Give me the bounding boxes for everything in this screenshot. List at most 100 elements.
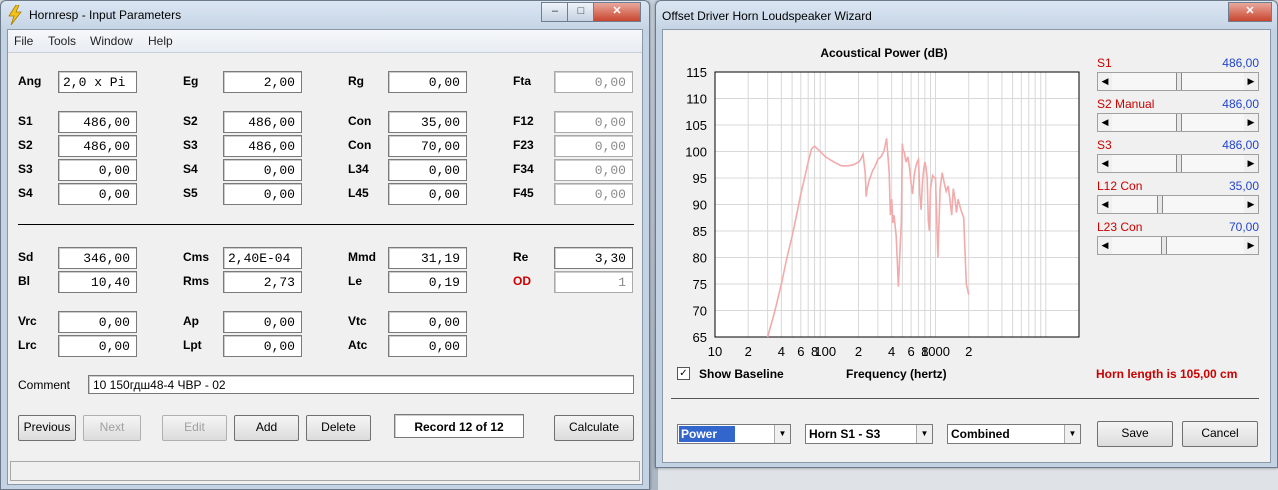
next-button[interactable]: Next: [83, 415, 141, 441]
show-baseline-checkbox[interactable]: ✓: [677, 367, 690, 380]
wizard-title-bar[interactable]: Offset Driver Horn Loudspeaker Wizard ✕: [656, 1, 1277, 29]
show-baseline-label[interactable]: Show Baseline: [699, 367, 784, 381]
param-field-l45[interactable]: 0,00: [388, 183, 467, 205]
param-field-bl[interactable]: 10,40: [58, 271, 137, 293]
slider-thumb[interactable]: [1176, 114, 1182, 131]
parameter-slider[interactable]: ◀ ▶: [1097, 72, 1259, 91]
param-label-con1: Con: [348, 114, 372, 128]
param-field-ap[interactable]: 0,00: [223, 311, 302, 333]
edit-button[interactable]: Edit: [162, 415, 227, 441]
menu-window[interactable]: Window: [90, 34, 133, 48]
comment-field[interactable]: 10 150гдш48-4 ЧВР - 02: [88, 375, 634, 394]
param-field-lrc[interactable]: 0,00: [58, 335, 137, 357]
param-field-ang[interactable]: 2,0 x Pi: [58, 71, 137, 93]
arrow-right-icon[interactable]: ▶: [1244, 155, 1258, 172]
param-field-rms[interactable]: 2,73: [223, 271, 302, 293]
maximize-button[interactable]: □: [567, 2, 595, 22]
input-client-area: File Tools Window Help Ang 2,0 x Pi Eg 2,00…: [7, 29, 643, 485]
arrow-left-icon[interactable]: ◀: [1098, 237, 1112, 254]
param-field-s5[interactable]: 0,00: [223, 183, 302, 205]
horn-wizard-window: Offset Driver Horn Loudspeaker Wizard ✕ …: [655, 0, 1278, 468]
combined-combo[interactable]: Combined ▼: [947, 424, 1081, 444]
slider-thumb[interactable]: [1160, 237, 1167, 254]
comment-label: Comment: [18, 378, 71, 392]
y-tick-label: 100: [685, 145, 707, 160]
param-label-vrc: Vrc: [18, 314, 37, 328]
wizard-close-button[interactable]: ✕: [1228, 2, 1272, 22]
param-label-lpt: Lpt: [183, 338, 202, 352]
param-field-rg[interactable]: 0,00: [388, 71, 467, 93]
close-button[interactable]: ✕: [593, 2, 641, 22]
parameter-slider[interactable]: ◀ ▶: [1097, 154, 1259, 173]
menu-file[interactable]: File: [14, 34, 33, 48]
param-field-atc[interactable]: 0,00: [388, 335, 467, 357]
mode-combo[interactable]: Power ▼: [677, 424, 791, 444]
arrow-left-icon[interactable]: ◀: [1098, 114, 1112, 131]
chevron-down-icon: ▼: [916, 425, 932, 443]
param-label-fta: Fta: [513, 74, 531, 88]
param-field-f12[interactable]: 0,00: [554, 111, 633, 133]
param-field-lpt[interactable]: 0,00: [223, 335, 302, 357]
delete-button[interactable]: Delete: [306, 415, 371, 441]
parameter-slider[interactable]: ◀ ▶: [1097, 113, 1259, 132]
arrow-right-icon[interactable]: ▶: [1244, 73, 1258, 90]
slider-label: S2 Manual: [1097, 97, 1155, 111]
param-field-eg[interactable]: 2,00: [223, 71, 302, 93]
y-tick-label: 110: [686, 92, 707, 107]
arrow-left-icon[interactable]: ◀: [1098, 155, 1112, 172]
chevron-down-icon: ▼: [774, 425, 790, 443]
slider-thumb[interactable]: [1156, 196, 1163, 213]
slider-thumb[interactable]: [1176, 155, 1182, 172]
param-field-s1[interactable]: 486,00: [58, 111, 137, 133]
param-field-s4a[interactable]: 0,00: [223, 159, 302, 181]
param-field-s2a[interactable]: 486,00: [223, 111, 302, 133]
minimize-button[interactable]: –: [541, 2, 569, 22]
param-label-s5: S5: [183, 186, 198, 200]
param-field-l34[interactable]: 0,00: [388, 159, 467, 181]
param-field-s3a[interactable]: 486,00: [223, 135, 302, 157]
y-tick-label: 65: [693, 330, 707, 345]
param-field-s3b[interactable]: 0,00: [58, 159, 137, 181]
param-field-s4b[interactable]: 0,00: [58, 183, 137, 205]
y-tick-label: 85: [693, 224, 707, 239]
x-tick-label: 10: [708, 344, 722, 359]
previous-button[interactable]: Previous: [18, 415, 76, 441]
param-field-con1[interactable]: 35,00: [388, 111, 467, 133]
param-field-con2[interactable]: 70,00: [388, 135, 467, 157]
param-label-s3a: S3: [183, 138, 198, 152]
param-field-cms[interactable]: 2,40E-04: [223, 247, 302, 269]
title-bar[interactable]: Hornresp - Input Parameters – □ ✕: [1, 1, 649, 29]
menu-tools[interactable]: Tools: [48, 34, 76, 48]
parameter-slider[interactable]: ◀ ▶: [1097, 195, 1259, 214]
cancel-button[interactable]: Cancel: [1182, 421, 1258, 447]
param-field-fta[interactable]: 0,00: [554, 71, 633, 93]
param-label-s1: S1: [18, 114, 33, 128]
x-tick-label: 4: [778, 344, 785, 359]
parameter-slider[interactable]: ◀ ▶: [1097, 236, 1259, 255]
param-field-od[interactable]: 1: [554, 271, 633, 293]
param-field-sd[interactable]: 346,00: [58, 247, 137, 269]
arrow-right-icon[interactable]: ▶: [1244, 114, 1258, 131]
param-field-f23[interactable]: 0,00: [554, 135, 633, 157]
slider-thumb[interactable]: [1176, 73, 1182, 90]
param-label-mmd: Mmd: [348, 250, 376, 264]
calculate-button[interactable]: Calculate: [554, 415, 634, 441]
param-field-vtc[interactable]: 0,00: [388, 311, 467, 333]
save-button[interactable]: Save: [1097, 421, 1173, 447]
param-field-mmd[interactable]: 31,19: [388, 247, 467, 269]
param-field-le[interactable]: 0,19: [388, 271, 467, 293]
param-field-f34[interactable]: 0,00: [554, 159, 633, 181]
horn-combo[interactable]: Horn S1 - S3 ▼: [805, 424, 933, 444]
arrow-right-icon[interactable]: ▶: [1244, 237, 1258, 254]
param-field-re[interactable]: 3,30: [554, 247, 633, 269]
param-field-f45[interactable]: 0,00: [554, 183, 633, 205]
arrow-right-icon[interactable]: ▶: [1244, 196, 1258, 213]
menu-help[interactable]: Help: [148, 34, 173, 48]
arrow-left-icon[interactable]: ◀: [1098, 73, 1112, 90]
param-field-s2b[interactable]: 486,00: [58, 135, 137, 157]
param-label-rms: Rms: [183, 274, 210, 288]
param-field-vrc[interactable]: 0,00: [58, 311, 137, 333]
add-button[interactable]: Add: [234, 415, 299, 441]
menu-bar: File Tools Window Help: [8, 30, 642, 53]
arrow-left-icon[interactable]: ◀: [1098, 196, 1112, 213]
